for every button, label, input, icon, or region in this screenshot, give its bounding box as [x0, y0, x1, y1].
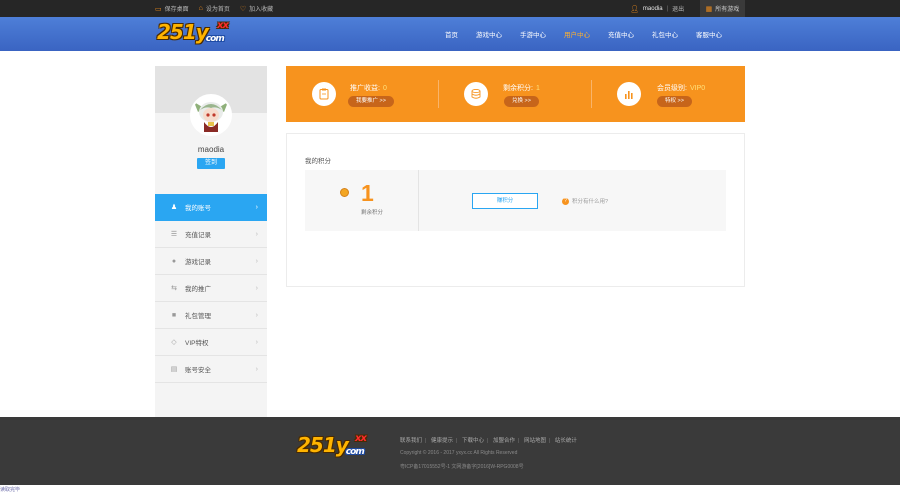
lock-icon: ■: [171, 311, 177, 319]
footer-copyright: Copyright © 2016 - 2017 yxyx.cc All Righ…: [400, 450, 518, 456]
chevron-right-icon: ›: [255, 285, 258, 292]
sidebar-item-account-security[interactable]: ▤ 账号安全 ›: [155, 356, 267, 383]
monitor-icon: ▭: [155, 5, 162, 13]
promote-button[interactable]: 我要推广 >>: [348, 96, 394, 107]
shield-icon: ▤: [170, 366, 178, 373]
points-value-large: 1: [361, 180, 374, 206]
top-quick-links: ▭ 保存桌面 ⌂ 设为首页 ♡ 加入收藏: [155, 0, 273, 17]
footer-link-stats[interactable]: 站长统计: [555, 438, 577, 444]
home-icon: ⌂: [198, 5, 203, 12]
chevron-right-icon: ›: [255, 312, 258, 319]
chevron-right-icon: ›: [255, 231, 258, 238]
list-icon: ☰: [170, 231, 178, 238]
footer-logo[interactable]: 251y xx com: [297, 433, 367, 462]
points-help-link[interactable]: ? 积分有什么用?: [562, 197, 608, 205]
earn-points-button[interactable]: 赚积分: [472, 193, 538, 209]
footer-link-partner[interactable]: 加盟合作: [493, 438, 515, 444]
sidebar-item-my-promotion[interactable]: ⇆ 我的推广 ›: [155, 275, 267, 302]
coins-stack-icon: [464, 82, 488, 106]
sidebar-item-game-records[interactable]: ● 游戏记录 ›: [155, 248, 267, 275]
nav-home[interactable]: 首页: [445, 29, 458, 39]
vip-label: 会员级别:: [657, 85, 687, 92]
top-bar: ▭ 保存桌面 ⌂ 设为首页 ♡ 加入收藏 👤︎ maodia | 退出 ▦ 所有游戏: [0, 0, 900, 17]
account-stats-bar: 推广收益: 0 我要推广 >> 剩余积分: 1 兑换 >> 会员级别: VIP0 特权…: [286, 66, 745, 122]
points-value: 1: [535, 85, 540, 92]
share-icon: ⇆: [171, 285, 177, 292]
sign-in-button[interactable]: 签到: [197, 158, 225, 169]
points-panel-title: 我的积分: [305, 158, 331, 165]
sidebar-menu: ♟ 我的账号 › ☰ 充值记录 › ● 游戏记录 › ⇆ 我的推广 › ■ 礼包管理 › ◇ VIP特…: [155, 194, 267, 383]
site-logo[interactable]: 251y xx com: [157, 20, 229, 49]
nav-gifts[interactable]: 礼包中心: [652, 29, 678, 39]
sidebar-item-vip-privileges[interactable]: ◇ VIP特权 ›: [155, 329, 267, 356]
chevron-right-icon: ›: [255, 366, 258, 373]
sidebar-item-recharge-records[interactable]: ☰ 充值记录 ›: [155, 221, 267, 248]
bar-chart-icon: [617, 82, 641, 106]
points-caption: 剩余积分: [361, 210, 384, 216]
footer-link-health[interactable]: 健康提示: [431, 438, 453, 444]
status-text: 读取完毕: [0, 487, 21, 493]
question-icon: ?: [562, 197, 569, 205]
save-desktop-link[interactable]: ▭ 保存桌面: [155, 4, 189, 14]
nav-games[interactable]: 游戏中心: [476, 29, 502, 39]
avatar[interactable]: [190, 94, 232, 136]
chevron-right-icon: ›: [255, 204, 258, 211]
promo-value: 0: [382, 85, 387, 92]
nav-mobile-games[interactable]: 手游中心: [520, 29, 546, 39]
info-icon: ●: [171, 257, 177, 265]
footer-link-contact[interactable]: 联系我们: [400, 438, 422, 444]
chevron-right-icon: ›: [255, 258, 258, 265]
coin-icon: [340, 188, 349, 197]
points-label: 剩余积分:: [503, 85, 533, 92]
privileges-button[interactable]: 特权 >>: [657, 96, 692, 107]
top-username[interactable]: maodia: [643, 6, 663, 12]
heart-icon: ♡: [239, 5, 247, 13]
user-icon: ♟: [170, 204, 178, 211]
diamond-icon: ◇: [171, 339, 177, 346]
nav-user-center[interactable]: 用户中心: [564, 29, 590, 39]
top-user-area: 👤︎ maodia | 退出: [630, 4, 685, 14]
nav-recharge[interactable]: 充值中心: [608, 29, 634, 39]
footer-link-sitemap[interactable]: 网站地图: [524, 438, 546, 444]
chevron-right-icon: ›: [255, 339, 258, 346]
redeem-button[interactable]: 兑换 >>: [504, 96, 539, 107]
add-favorite-link[interactable]: ♡ 加入收藏: [239, 4, 273, 14]
sidebar-item-gift-management[interactable]: ■ 礼包管理 ›: [155, 302, 267, 329]
nav-support[interactable]: 客服中心: [696, 29, 722, 39]
main-nav: 首页 游戏中心 手游中心 用户中心 充值中心 礼包中心 客服中心: [445, 17, 740, 51]
footer-links: 联系我们 | 健康提示 | 下载中心 | 加盟合作 | 网站地图 | 站长统计: [400, 438, 577, 444]
clipboard-icon: [312, 82, 336, 106]
sidebar-username: maodia: [197, 145, 225, 154]
footer-icp: 粤ICP备17015552号-1 文网游备字[2016]W-RPG0008号: [400, 464, 524, 470]
footer-link-download[interactable]: 下载中心: [462, 438, 484, 444]
promo-label: 推广收益:: [350, 85, 380, 92]
set-homepage-link[interactable]: ⌂ 设为首页: [199, 4, 230, 13]
user-icon: 👤︎: [630, 5, 639, 13]
sidebar-item-my-account[interactable]: ♟ 我的账号 ›: [155, 194, 267, 221]
all-games-button[interactable]: ▦ 所有游戏: [700, 0, 745, 17]
vip-value: VIP0: [689, 85, 706, 92]
logout-link[interactable]: 退出: [672, 4, 684, 13]
grid-icon: ▦: [705, 5, 713, 13]
